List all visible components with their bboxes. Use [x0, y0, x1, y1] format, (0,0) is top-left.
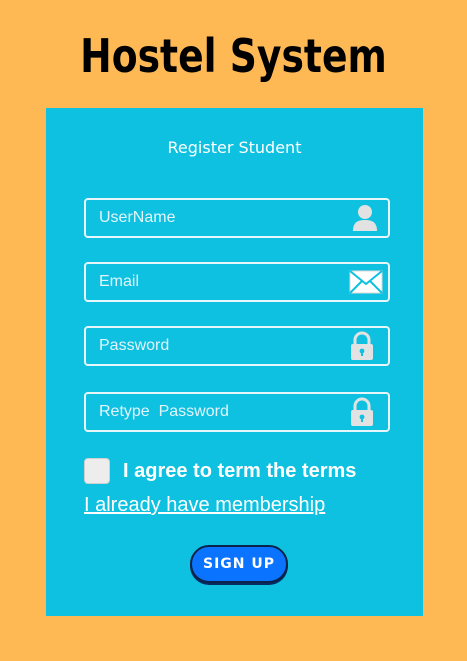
lock-icon	[351, 331, 373, 360]
email-field	[84, 262, 390, 302]
envelope-icon	[349, 270, 383, 294]
agree-checkbox[interactable]	[84, 458, 110, 484]
membership-link[interactable]: I already have membership	[84, 492, 325, 518]
retype-password-field	[84, 392, 390, 432]
form-title: Register Student	[167, 138, 302, 157]
user-icon	[353, 205, 377, 231]
agree-label: I agree to term the terms	[123, 460, 357, 482]
register-card: Register Student UserName Email I agree …	[46, 108, 423, 616]
password-input[interactable]	[86, 328, 388, 364]
username-input[interactable]	[86, 200, 388, 236]
password-field	[84, 326, 390, 366]
sign-up-button[interactable]: SIGN UP	[190, 545, 288, 583]
email-input[interactable]	[86, 264, 388, 300]
username-field	[84, 198, 390, 238]
retype-password-input[interactable]	[86, 394, 388, 430]
app-title: Hostel System	[80, 29, 387, 83]
lock-icon	[351, 397, 373, 426]
